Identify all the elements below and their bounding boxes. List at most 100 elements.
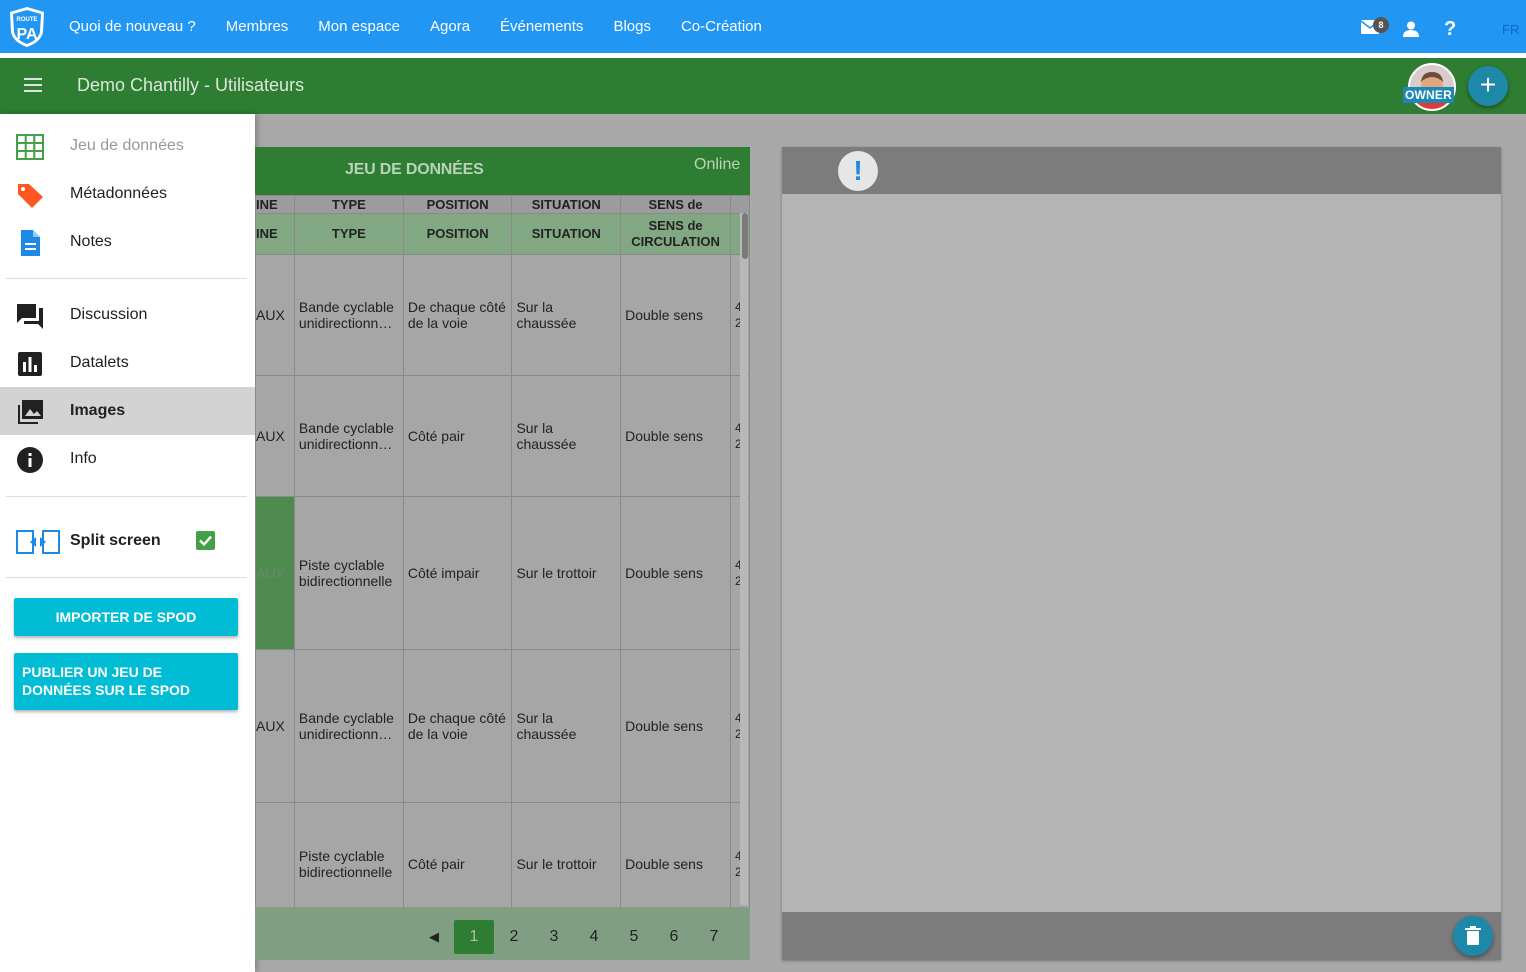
column-header[interactable]: POSITION: [402, 213, 513, 255]
preview-header: !: [782, 147, 1501, 194]
top-navbar: ROUTE PA Quoi de nouveau ? Membres Mon e…: [0, 0, 1526, 53]
trash-icon: [1465, 926, 1481, 945]
sidebar-item-label: Métadonnées: [70, 185, 167, 202]
table-row[interactable]: AUX Bande cyclable unidirectionn… De cha…: [255, 649, 750, 803]
svg-text:ROUTE: ROUTE: [17, 17, 38, 23]
page-title: Demo Chantilly - Utilisateurs: [77, 75, 305, 95]
sidebar-item-label: Images: [70, 402, 126, 419]
table-row[interactable]: AUX Bande cyclable unidirectionn… Côté p…: [255, 375, 750, 497]
column-header[interactable]: SITUATION: [511, 213, 622, 255]
split-screen-label: Split screen: [70, 532, 161, 549]
column-header[interactable]: SITUATION: [511, 195, 622, 214]
sidebar-item-discussion[interactable]: Discussion: [0, 291, 255, 339]
table-cell: Côté pair: [402, 375, 513, 497]
mail-count-badge: 8: [1373, 17, 1389, 33]
sidebar-item-notes[interactable]: Notes: [0, 218, 255, 266]
column-header[interactable]: TYPE: [293, 195, 404, 214]
prev-page-button[interactable]: ◀: [414, 920, 454, 954]
sidebar-item-images[interactable]: Images: [0, 387, 255, 435]
sidebar-item-label: Info: [70, 450, 97, 467]
page-button[interactable]: 4: [574, 920, 614, 954]
menu-icon[interactable]: [24, 78, 42, 97]
table-cell: Côté impair: [402, 496, 513, 650]
page-header: Demo Chantilly - Utilisateurs OWNER +: [0, 58, 1526, 114]
sidebar-item-label: Notes: [70, 233, 112, 250]
document-icon: [16, 230, 44, 256]
table-cell: AUX: [255, 375, 295, 497]
table-header-row: INE TYPE POSITION SITUATION SENS de: [255, 195, 750, 214]
table-cell: De chaque côté de la voie: [402, 649, 513, 803]
table-cell: Bande cyclable unidirectionn…: [293, 649, 404, 803]
nav-link-news[interactable]: Quoi de nouveau ?: [69, 18, 196, 35]
dataset-panel: JEU DE DONNÉES Online INE TYPE POSITION …: [255, 147, 750, 960]
table-cell: De chaque côté de la voie: [402, 254, 513, 376]
table-cell: Bande cyclable unidirectionn…: [293, 254, 404, 376]
table-cell: Sur la chaussée: [511, 649, 622, 803]
table-cell: Double sens: [620, 496, 731, 650]
table-row[interactable]: AUX Piste cyclable bidirectionnelle Côté…: [255, 496, 750, 650]
table-cell: AUX: [255, 649, 295, 803]
forum-icon: [16, 303, 44, 329]
column-header[interactable]: INE: [255, 213, 295, 255]
import-spod-button[interactable]: IMPORTER DE SPOD: [14, 598, 238, 636]
sidebar-divider: [6, 496, 247, 497]
table-filter-row: INE TYPE POSITION SITUATION SENS de CIRC…: [255, 213, 750, 255]
page-button[interactable]: 2: [494, 920, 534, 954]
tag-icon: [16, 182, 44, 208]
page-button[interactable]: 1: [454, 920, 494, 954]
table-cell: Bande cyclable unidirectionn…: [293, 375, 404, 497]
status-badge: Online: [694, 156, 741, 173]
dataset-title: JEU DE DONNÉES: [345, 161, 484, 178]
table-row[interactable]: AUX Bande cyclable unidirectionn… De cha…: [255, 254, 750, 376]
table-cell: Double sens: [620, 375, 731, 497]
page-button[interactable]: 6: [654, 920, 694, 954]
info-icon: [16, 447, 44, 473]
preview-footer: [782, 912, 1501, 960]
table-scrollbar[interactable]: [740, 213, 748, 905]
split-screen-icon: [16, 530, 60, 556]
table-cell: Sur le trottoir: [511, 496, 622, 650]
column-header[interactable]: TYPE: [293, 213, 404, 255]
page-button[interactable]: 5: [614, 920, 654, 954]
help-icon[interactable]: ?: [1444, 18, 1456, 41]
language-selector[interactable]: FR: [1502, 22, 1519, 37]
nav-link-co-creation[interactable]: Co-Création: [681, 18, 762, 35]
sidebar-divider: [6, 577, 247, 578]
split-screen-toggle[interactable]: Split screen: [0, 517, 255, 565]
nav-link-events[interactable]: Événements: [500, 18, 583, 35]
page-button[interactable]: 3: [534, 920, 574, 954]
sidebar-item-label: Discussion: [70, 306, 148, 323]
alert-icon[interactable]: !: [838, 151, 878, 191]
site-logo[interactable]: ROUTE PA: [7, 6, 47, 48]
table-cell: Sur la chaussée: [511, 254, 622, 376]
table-cell: Piste cyclable bidirectionnelle: [293, 496, 404, 650]
sidebar-item-label: Jeu de données: [70, 137, 184, 154]
add-button[interactable]: +: [1468, 66, 1508, 106]
data-table: INE TYPE POSITION SITUATION SENS de INE …: [255, 195, 750, 925]
column-header[interactable]: SENS de: [620, 195, 731, 214]
nav-link-members[interactable]: Membres: [226, 18, 289, 35]
nav-link-agora[interactable]: Agora: [430, 18, 470, 35]
sidebar-item-dataset[interactable]: Jeu de données: [0, 122, 255, 170]
column-header[interactable]: [730, 195, 750, 214]
publish-dataset-button[interactable]: PUBLIER UN JEU DE DONNÉES SUR LE SPOD: [14, 653, 238, 710]
column-header[interactable]: INE: [255, 195, 295, 214]
sidebar-item-info[interactable]: Info: [0, 435, 255, 483]
table-cell: AUX: [255, 254, 295, 376]
column-header[interactable]: POSITION: [402, 195, 513, 214]
sidebar-item-datalets[interactable]: Datalets: [0, 339, 255, 387]
user-icon[interactable]: [1403, 21, 1419, 42]
table-cell: Sur la chaussée: [511, 375, 622, 497]
page-button[interactable]: 7: [694, 920, 734, 954]
grid-icon: [16, 134, 44, 160]
table-cell: AUX: [255, 496, 295, 650]
nav-link-my-space[interactable]: Mon espace: [318, 18, 400, 35]
table-scrollbar-thumb[interactable]: [742, 213, 748, 259]
split-screen-checkbox[interactable]: [196, 531, 215, 550]
delete-button[interactable]: [1453, 916, 1493, 956]
sidebar: Jeu de données Métadonnées Notes Discuss…: [0, 114, 255, 972]
sidebar-item-metadata[interactable]: Métadonnées: [0, 170, 255, 218]
nav-link-blogs[interactable]: Blogs: [613, 18, 651, 35]
column-header[interactable]: SENS de CIRCULATION: [620, 213, 731, 255]
bar-chart-icon: [16, 351, 44, 377]
